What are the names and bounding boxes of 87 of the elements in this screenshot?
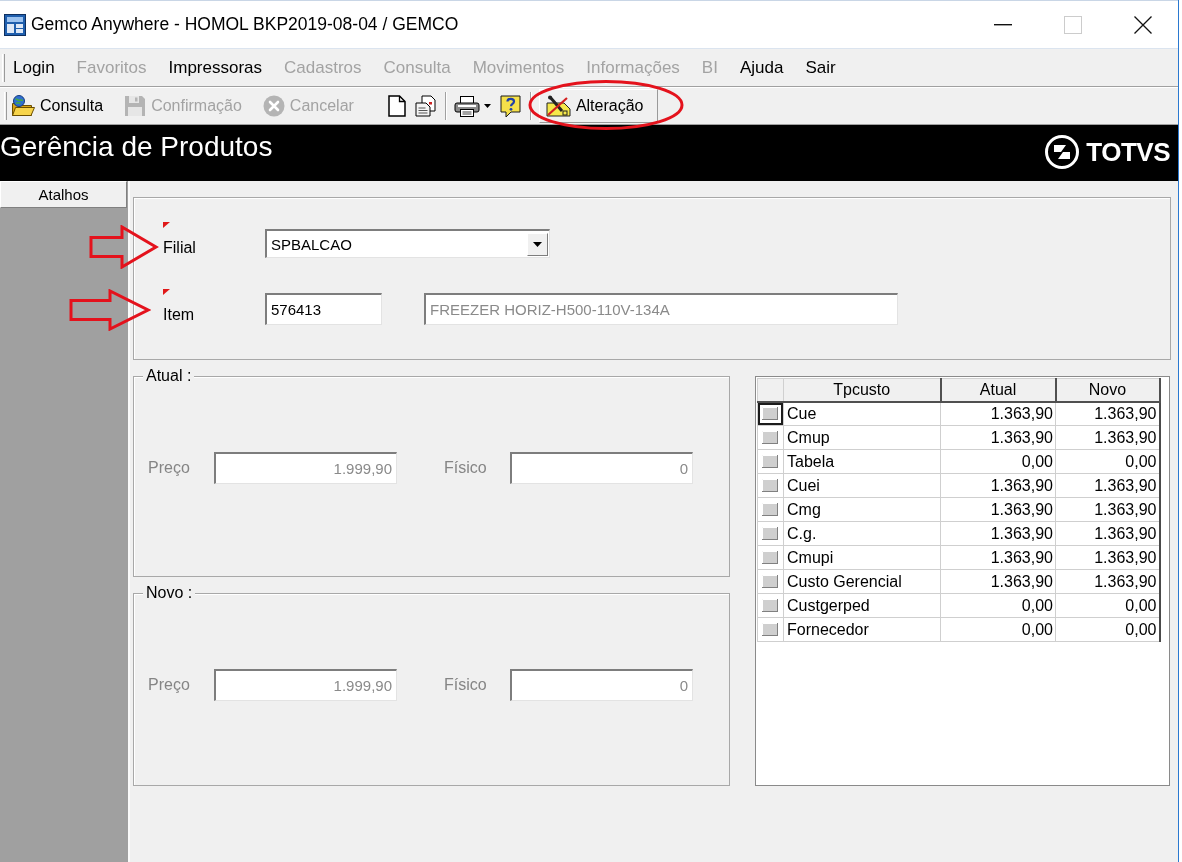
table-cell: Fornecedor <box>783 617 941 642</box>
row-marker-icon <box>762 599 778 612</box>
row-header-cell[interactable] <box>757 593 784 618</box>
table-cell: 0,00 <box>940 617 1056 642</box>
table-cell: 1.363,90 <box>1055 545 1160 570</box>
menu-item[interactable]: Sair <box>794 54 847 81</box>
field-label: Físico <box>444 676 488 694</box>
table-cell: 0,00 <box>940 449 1056 474</box>
menu-item[interactable]: Ajuda <box>728 54 795 81</box>
table-cell: 0,00 <box>1055 617 1160 642</box>
table-cell: 1.363,90 <box>1055 497 1160 522</box>
table-cell: Tabela <box>783 449 941 474</box>
table-cell: 1.363,90 <box>940 521 1056 546</box>
column-header[interactable]: Novo <box>1055 378 1160 402</box>
window-title: Gemco Anywhere - HOMOL BKP2019-08-04 / GEMCO <box>31 14 459 35</box>
table-cell: Cmupi <box>783 545 941 570</box>
row-marker-icon <box>762 479 778 492</box>
x-circle-icon <box>262 94 285 117</box>
caret-icon <box>483 103 491 108</box>
shortcuts-button[interactable]: Atalhos <box>0 181 127 208</box>
table-cell: Cuei <box>783 473 941 498</box>
table-cell: 1.363,90 <box>1055 425 1160 450</box>
field-label: Item <box>163 306 195 324</box>
maximize-icon <box>1064 15 1082 34</box>
row-header-cell[interactable] <box>757 521 784 546</box>
row-marker-icon <box>762 431 778 444</box>
document-icon <box>387 94 406 117</box>
table-cell: 1.363,90 <box>1055 473 1160 498</box>
table-cell: 0,00 <box>1055 449 1160 474</box>
dropdown-field[interactable]: SPBALCAO <box>265 229 550 258</box>
row-marker-icon <box>762 407 778 421</box>
table-cell: 1.363,90 <box>940 497 1056 522</box>
table-cell: 1.363,90 <box>940 473 1056 498</box>
close-icon <box>1134 15 1152 34</box>
field-label: Físico <box>444 459 488 477</box>
row-marker-icon <box>762 575 778 588</box>
dropdown-button[interactable] <box>527 232 548 256</box>
row-header-cell[interactable] <box>757 497 784 522</box>
table-cell: Cmg <box>783 497 941 522</box>
table-cell: 1.363,90 <box>940 425 1056 450</box>
row-header-cell[interactable] <box>757 401 784 426</box>
row-marker-icon <box>762 623 778 636</box>
field-label: Filial <box>163 239 196 257</box>
toolbar-button[interactable]: Consulta <box>8 89 114 122</box>
app-icon <box>4 13 26 36</box>
logo-text: TOTVS <box>1086 136 1170 168</box>
printer-icon <box>453 94 480 117</box>
row-marker-icon <box>762 551 778 564</box>
table-cell: Cue <box>783 401 941 426</box>
row-header-cell[interactable] <box>757 449 784 474</box>
documents-icon <box>413 94 438 117</box>
row-marker-icon <box>762 503 778 516</box>
row-marker-icon <box>762 527 778 540</box>
table-cell: 1.363,90 <box>940 401 1056 426</box>
toolbar-button[interactable]: Alteração <box>538 88 659 123</box>
table-cell: 1.363,90 <box>940 569 1056 594</box>
table-cell: C.g. <box>783 521 941 546</box>
table-cell: 1.363,90 <box>1055 521 1160 546</box>
table-cell: 0,00 <box>940 593 1056 618</box>
row-header-cell[interactable] <box>757 425 784 450</box>
table-cell: Cmup <box>783 425 941 450</box>
minimize-icon <box>994 23 1012 26</box>
column-header[interactable]: Tpcusto <box>783 378 941 402</box>
table-cell: 0,00 <box>1055 593 1160 618</box>
table-cell: Custo Gerencial <box>783 569 941 594</box>
menu-item[interactable]: Login <box>5 54 66 81</box>
row-header-cell[interactable] <box>757 545 784 570</box>
page-title: Gerência de Produtos <box>0 131 273 163</box>
caret-icon <box>533 241 542 247</box>
logo-icon <box>1045 135 1080 169</box>
table-cell: Custgerped <box>783 593 941 618</box>
annotation-arrow <box>89 225 159 269</box>
column-header[interactable]: Atual <box>940 378 1056 402</box>
row-header-cell[interactable] <box>757 473 784 498</box>
pencil-icon <box>545 94 571 117</box>
row-header-cell[interactable] <box>757 617 784 642</box>
help-icon <box>498 93 523 118</box>
table-cell: 1.363,90 <box>1055 569 1160 594</box>
row-marker-icon <box>762 455 778 468</box>
menu-item[interactable]: Impressoras <box>157 54 274 81</box>
folder-globe-icon <box>11 93 35 118</box>
input-field[interactable]: 576413 <box>265 293 382 325</box>
row-header-cell[interactable] <box>757 569 784 594</box>
table-cell: 1.363,90 <box>1055 401 1160 426</box>
table-cell: 1.363,90 <box>940 545 1056 570</box>
field-label: Preço <box>148 676 191 694</box>
field-label: Preço <box>148 459 191 477</box>
